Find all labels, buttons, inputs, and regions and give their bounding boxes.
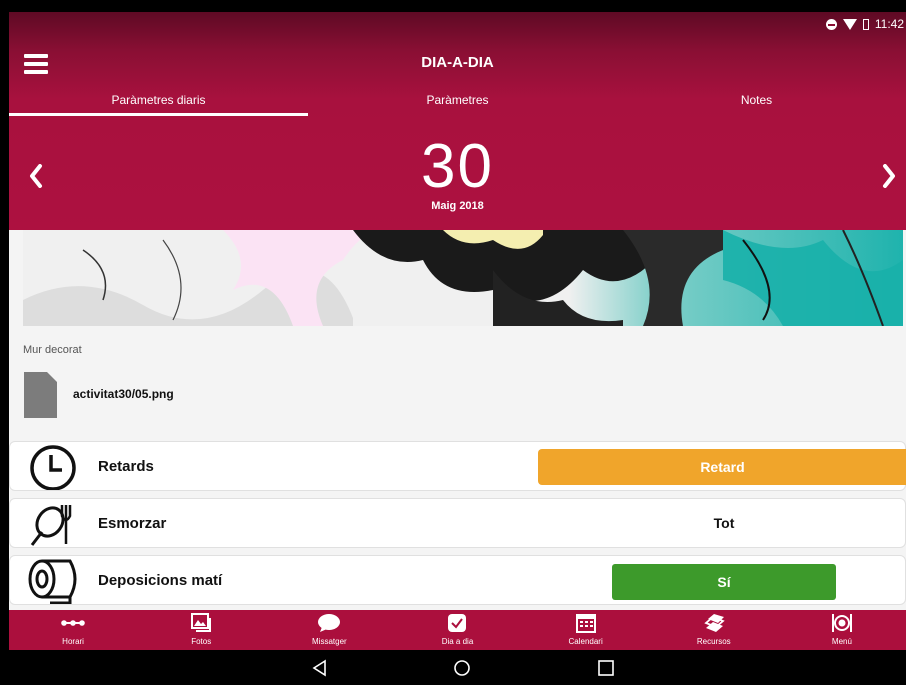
bottom-nav: Horari Fotos Missatger Dia a dia Calenda… — [9, 610, 906, 650]
dish-icon — [831, 614, 852, 632]
tab-parameters[interactable]: Paràmetres — [308, 86, 607, 116]
attachment-file[interactable]: activitat30/05.png — [24, 372, 424, 418]
row-label: Retards — [98, 458, 154, 475]
do-not-disturb-icon — [825, 18, 837, 30]
device-bezel — [0, 0, 9, 685]
date-month-year: Maig 2018 — [431, 200, 484, 212]
toilet-paper-icon — [24, 557, 82, 605]
nav-label: Fotos — [191, 637, 212, 646]
nav-dia-a-dia[interactable]: Dia a dia — [393, 610, 521, 650]
status-time: 11:42 — [874, 17, 904, 31]
wall-caption: Mur decorat — [23, 344, 82, 356]
row-label: Esmorzar — [98, 515, 167, 532]
file-icon — [24, 372, 57, 418]
breakfast-value[interactable]: Tot — [538, 515, 906, 531]
nav-label: Dia a dia — [441, 637, 474, 646]
nav-recursos[interactable]: Recursos — [650, 610, 778, 650]
app-window: 11:42 DIA-A-DIA Paràmetres diaris Paràme… — [9, 12, 906, 650]
row-retards: Retards Retard — [9, 441, 906, 491]
nav-label: Menú — [831, 637, 852, 646]
home-icon[interactable] — [453, 659, 471, 677]
chevron-right-icon[interactable] — [874, 164, 904, 193]
back-icon[interactable] — [311, 659, 329, 677]
nav-horari[interactable]: Horari — [9, 610, 137, 650]
photos-icon — [191, 613, 212, 632]
nav-label: Calendari — [568, 637, 603, 646]
file-name: activitat30/05.png — [73, 387, 174, 401]
date-navigator: 30 Maig 2018 — [9, 134, 906, 224]
page-title: DIA-A-DIA — [421, 54, 494, 71]
chat-bubble-icon — [318, 614, 341, 632]
row-deposicions: Deposicions matí Sí — [9, 555, 906, 605]
nav-missatger[interactable]: Missatger — [265, 610, 393, 650]
tab-bar: Paràmetres diaris Paràmetres Notes — [9, 86, 906, 116]
app-header: 11:42 DIA-A-DIA Paràmetres diaris Paràme… — [9, 12, 906, 230]
check-box-icon — [448, 614, 467, 632]
nav-menu[interactable]: Menú — [778, 610, 906, 650]
system-nav-bar — [9, 650, 906, 685]
decorated-wall-image[interactable] — [23, 230, 903, 326]
books-icon — [704, 614, 725, 632]
nav-label: Missatger — [312, 637, 347, 646]
plate-fork-icon — [24, 500, 82, 547]
nav-label: Recursos — [696, 637, 731, 646]
row-label: Deposicions matí — [98, 572, 223, 589]
si-button[interactable]: Sí — [612, 564, 836, 600]
clock-icon — [24, 443, 82, 491]
recents-icon[interactable] — [597, 659, 615, 677]
nav-label: Horari — [62, 637, 84, 646]
date-day: 30 — [421, 132, 494, 201]
tab-notes[interactable]: Notes — [607, 86, 906, 116]
nav-fotos[interactable]: Fotos — [137, 610, 265, 650]
calendar-icon — [575, 614, 596, 633]
battery-icon — [862, 18, 869, 30]
nav-calendari[interactable]: Calendari — [522, 610, 650, 650]
status-bar: 11:42 — [825, 14, 906, 34]
timeline-icon — [61, 620, 85, 626]
row-esmorzar: Esmorzar Tot — [9, 498, 906, 548]
retard-button[interactable]: Retard — [538, 449, 906, 485]
wifi-icon — [842, 18, 857, 30]
tab-daily-parameters[interactable]: Paràmetres diaris — [9, 86, 308, 116]
